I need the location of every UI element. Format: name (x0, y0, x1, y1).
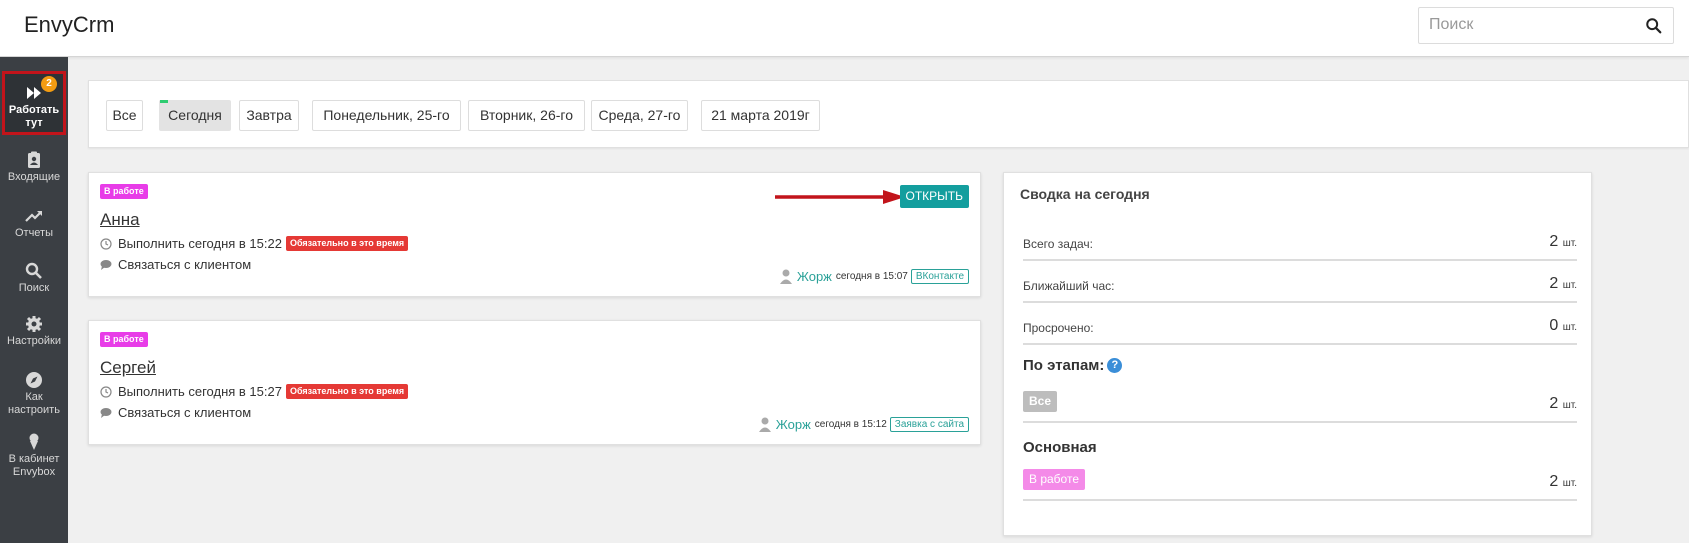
task-due-row: Выполнить сегодня в 15:27 Обязательно в … (100, 384, 409, 399)
user-icon (758, 417, 771, 432)
clock-icon (100, 385, 112, 398)
help-icon[interactable]: ? (1107, 358, 1123, 373)
summary-row-value: 0 шт. (1549, 317, 1577, 334)
summary-row-next-hour: Ближайший час: 2 шт. (1023, 275, 1577, 303)
task-meta: Жорж сегодня в 15:07 ВКонтакте (779, 268, 969, 284)
task-due-row: Выполнить сегодня в 15:22 Обязательно в … (100, 236, 409, 251)
task-created-time: сегодня в 15:07 (835, 270, 908, 282)
summary-row-label: Ближайший час: (1023, 279, 1115, 293)
open-task-button[interactable]: ОТКРЫТЬ (899, 185, 969, 208)
red-arrow-annotation (775, 190, 905, 204)
task-action-text: Связаться с клиентом (118, 257, 252, 272)
status-badge: В работе (100, 332, 148, 347)
task-card[interactable]: В работе Сергей Выполнить сегодня в 15:2… (88, 320, 981, 445)
stage-all-pill[interactable]: Все (1023, 391, 1058, 412)
task-action-row: Связаться с клиентом (100, 257, 251, 272)
sidebar-item-inbox[interactable]: Входящие (0, 151, 68, 184)
filter-chip-today[interactable]: Сегодня (159, 100, 231, 131)
summary-row-value: 2 шт. (1549, 395, 1577, 412)
app-logo[interactable]: EnvyCrm (24, 12, 114, 38)
summary-row-overdue: Просрочено: 0 шт. (1023, 317, 1577, 345)
task-action-text: Связаться с клиентом (118, 405, 252, 420)
notification-badge: 2 (41, 76, 57, 92)
sidebar-item-work-here[interactable]: 2 Работать тут (2, 71, 66, 135)
summary-title: Сводка на сегодня (1020, 186, 1150, 202)
task-due-text: Выполнить сегодня в 15:27 (118, 384, 282, 399)
summary-row-label: Всего задач: (1023, 237, 1093, 251)
source-tag: Заявка с сайта (889, 416, 969, 432)
sidebar-item-how-to-setup[interactable]: Как настроить (0, 371, 68, 417)
filter-chip-all[interactable]: Все (106, 100, 143, 131)
sidebar-item-label: Отчеты (14, 227, 54, 239)
sidebar-item-label: В кабинет Envybox (8, 453, 60, 478)
required-time-tag: Обязательно в это время (285, 384, 409, 399)
today-summary-panel: Сводка на сегодня Всего задач: 2 шт. Бли… (1003, 172, 1592, 536)
search-icon[interactable] (1645, 17, 1663, 35)
clipboard-user-icon (28, 151, 40, 168)
sidebar: 2 Работать тут Входящие Отчеты Поиск Нас… (0, 57, 68, 543)
filter-chip-monday[interactable]: Понедельник, 25-го (312, 100, 461, 131)
task-due-text: Выполнить сегодня в 15:22 (118, 236, 282, 251)
clock-icon (100, 237, 112, 250)
summary-row-value: 2 шт. (1549, 473, 1577, 490)
ice-cream-icon (29, 433, 39, 450)
gear-icon (26, 316, 42, 332)
sidebar-item-envybox-cabinet[interactable]: В кабинет Envybox (0, 433, 68, 479)
client-name-link[interactable]: Анна (100, 210, 140, 230)
client-name-link[interactable]: Сергей (100, 358, 156, 378)
filter-chip-tomorrow[interactable]: Завтра (239, 100, 299, 131)
status-badge: В работе (100, 184, 148, 199)
summary-row-stage-in-progress: В работе 2 шт. (1023, 469, 1577, 501)
source-tag: ВКонтакте (910, 268, 969, 284)
stage-in-progress-pill[interactable]: В работе (1023, 469, 1086, 490)
task-action-row: Связаться с клиентом (100, 405, 251, 420)
compass-icon (26, 372, 42, 388)
responsible-user-link[interactable]: Жорж (776, 417, 811, 432)
search-icon (25, 262, 42, 279)
sidebar-item-label: Поиск (18, 282, 50, 294)
summary-row-label: Просрочено: (1023, 321, 1094, 335)
responsible-user-link[interactable]: Жорж (797, 269, 832, 284)
summary-row-value: 2 шт. (1549, 275, 1577, 292)
date-filter-panel: Все Сегодня Завтра Понедельник, 25-го Вт… (88, 80, 1689, 148)
sidebar-item-settings[interactable]: Настройки (0, 315, 68, 348)
user-icon (779, 269, 792, 284)
summary-row-stage-all: Все 2 шт. (1023, 391, 1577, 423)
task-card[interactable]: В работе ОТКРЫТЬ Анна Выполнить сегодня … (88, 172, 981, 297)
sidebar-item-label: Настройки (7, 335, 61, 347)
search-input[interactable] (1429, 16, 1629, 34)
stages-heading: По этапам:? (1023, 357, 1123, 374)
sidebar-item-search[interactable]: Поиск (0, 262, 68, 295)
task-created-time: сегодня в 15:12 (814, 418, 887, 430)
filter-chip-tuesday[interactable]: Вторник, 26-го (468, 100, 585, 131)
comment-icon (100, 407, 112, 418)
comment-icon (100, 259, 112, 270)
pipeline-heading: Основная (1023, 439, 1097, 456)
required-time-tag: Обязательно в это время (285, 236, 409, 251)
top-bar: EnvyCrm (0, 0, 1689, 57)
trending-up-icon (25, 211, 42, 222)
sidebar-item-label: Работать тут (8, 104, 60, 129)
sidebar-item-label: Как настроить (8, 391, 60, 416)
sidebar-item-label: Входящие (7, 171, 61, 183)
search-box[interactable] (1418, 7, 1674, 44)
filter-chip-wednesday[interactable]: Среда, 27-го (591, 100, 688, 131)
filter-chip-date[interactable]: 21 марта 2019г (701, 100, 820, 131)
sidebar-item-reports[interactable]: Отчеты (0, 207, 68, 240)
task-meta: Жорж сегодня в 15:12 Заявка с сайта (758, 416, 969, 432)
summary-row-value: 2 шт. (1549, 233, 1577, 250)
summary-row-total: Всего задач: 2 шт. (1023, 233, 1577, 261)
